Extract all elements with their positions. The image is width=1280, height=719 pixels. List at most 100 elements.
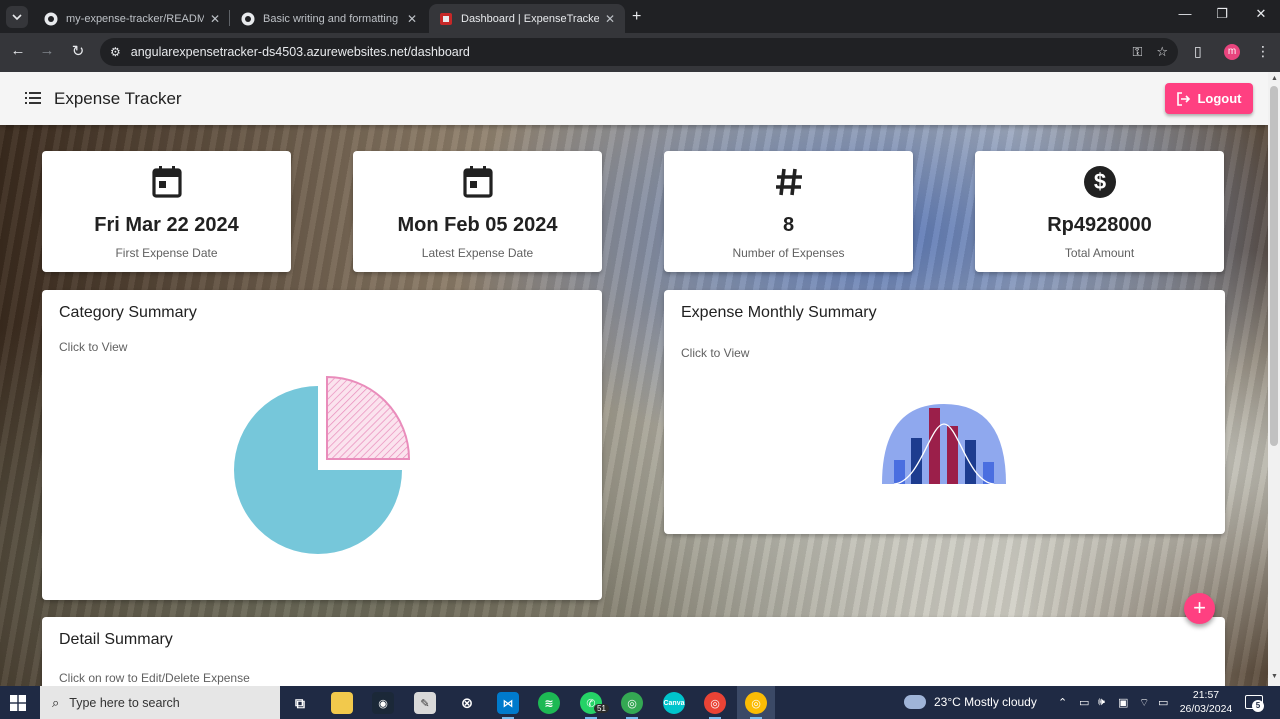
stat-card-latest-date: Mon Feb 05 2024 Latest Expense Date: [353, 151, 602, 272]
clock-date: 26/03/2024: [1179, 703, 1233, 715]
browser-tab-strip: my-expense-tracker/README.m ✕ Basic writ…: [0, 0, 1280, 33]
stat-card-total-amount: $ Rp4928000 Total Amount: [975, 151, 1224, 272]
github-icon: [241, 12, 255, 25]
dollar-icon: $: [1083, 166, 1116, 198]
card-title: Expense Monthly Summary: [681, 304, 877, 321]
category-pie-illustration: [234, 375, 411, 554]
chrome-profile-icon[interactable]: ◎: [704, 692, 726, 719]
card-title: Detail Summary: [59, 631, 173, 648]
system-clock[interactable]: 21:57 26/03/2024: [1178, 688, 1234, 716]
snipping-app-icon[interactable]: ✎: [414, 692, 436, 714]
chrome-icon[interactable]: ◎: [621, 692, 643, 719]
site-info-icon[interactable]: ⚙: [110, 45, 121, 59]
tab-title: Dashboard | ExpenseTracker: [461, 12, 599, 25]
search-icon: ⌕: [52, 694, 60, 710]
scroll-up-arrow-icon[interactable]: ▲: [1271, 75, 1278, 82]
chrome-active-icon[interactable]: ◎: [745, 692, 767, 719]
file-explorer-icon[interactable]: [331, 692, 353, 714]
tab-dashboard[interactable]: Dashboard | ExpenseTracker ✕: [429, 4, 625, 33]
side-panel-icon[interactable]: ▯: [1194, 43, 1202, 60]
minimize-button[interactable]: —: [1170, 6, 1200, 21]
page-viewport: Expense Tracker Logout Fri Mar 22 2024 F…: [0, 72, 1280, 686]
tab-search-button[interactable]: [6, 6, 28, 28]
xbox-icon[interactable]: ⊗: [456, 692, 478, 714]
battery-icon[interactable]: ▭: [1158, 696, 1168, 709]
stat-label: Total Amount: [1064, 246, 1135, 260]
stat-label: First Expense Date: [115, 246, 218, 260]
url-text: angularexpensetracker-ds4503.azurewebsit…: [130, 45, 470, 59]
volume-icon[interactable]: 🕪: [1098, 696, 1105, 709]
tab-title: my-expense-tracker/README.m: [66, 12, 204, 25]
whatsapp-unread-badge: 51: [594, 704, 609, 713]
new-tab-button[interactable]: +: [632, 8, 641, 26]
chevron-down-icon: [12, 14, 22, 21]
calendar-icon: [151, 166, 182, 198]
monthly-chart-illustration: [882, 404, 1006, 484]
cloudy-weather-icon: [904, 695, 926, 709]
key-icon[interactable]: ⚿: [1132, 44, 1142, 60]
stat-card-expense-count: 8 Number of Expenses: [664, 151, 913, 272]
close-icon[interactable]: ✕: [605, 12, 615, 26]
detail-summary-card: Detail Summary Click on row to Edit/Dele…: [42, 617, 1225, 686]
address-bar[interactable]: ⚙ angularexpensetracker-ds4503.azurewebs…: [100, 38, 1178, 66]
close-window-button[interactable]: ✕: [1246, 6, 1276, 22]
close-icon[interactable]: ✕: [407, 12, 417, 26]
stat-value: Fri Mar 22 2024: [94, 214, 239, 236]
stat-value: 8: [782, 214, 795, 236]
notification-count-badge: 5: [1252, 700, 1264, 712]
pie-highlight-slice: [326, 375, 411, 460]
stat-label: Latest Expense Date: [421, 246, 534, 260]
logout-icon: [1177, 91, 1191, 106]
page-scrollbar[interactable]: ▲ ▼: [1268, 72, 1280, 686]
tab-divider: [229, 10, 230, 26]
search-placeholder: Type here to search: [69, 695, 180, 710]
windows-start-icon[interactable]: [10, 695, 26, 711]
app-title: Expense Tracker: [54, 89, 182, 108]
add-expense-button[interactable]: +: [1184, 593, 1215, 624]
scrollbar-thumb[interactable]: [1270, 86, 1278, 446]
spotify-icon[interactable]: ≋: [538, 692, 560, 714]
forward-button[interactable]: →: [37, 42, 57, 59]
monthly-summary-card[interactable]: Expense Monthly Summary Click to View: [664, 290, 1225, 534]
more-menu-icon[interactable]: ⋮: [1256, 43, 1270, 60]
meet-now-icon[interactable]: ▭: [1079, 696, 1089, 709]
hash-icon: [775, 168, 802, 196]
tab-readme[interactable]: my-expense-tracker/README.m ✕: [34, 4, 230, 33]
card-hint: Click on row to Edit/Delete Expense: [59, 671, 250, 685]
back-button[interactable]: ←: [8, 42, 28, 59]
expensetracker-favicon-icon: [440, 12, 452, 25]
browser-toolbar: ← → ↻ ⚙ angularexpensetracker-ds4503.azu…: [0, 33, 1280, 72]
vscode-icon[interactable]: ⋈: [497, 692, 519, 719]
category-summary-card[interactable]: Category Summary Click to View: [42, 290, 602, 600]
github-icon: [44, 12, 58, 25]
tab-title: Basic writing and formatting sy: [263, 12, 401, 25]
canva-icon[interactable]: Canva: [663, 692, 685, 714]
bookmark-star-icon[interactable]: ☆: [1156, 44, 1168, 60]
stat-value: Mon Feb 05 2024: [397, 214, 558, 236]
close-icon[interactable]: ✕: [210, 12, 220, 26]
network-icon[interactable]: ⌔: [1139, 696, 1149, 710]
list-menu-icon[interactable]: [25, 91, 41, 105]
scroll-down-arrow-icon[interactable]: ▼: [1271, 673, 1278, 680]
tray-overflow-icon[interactable]: ⌃: [1058, 696, 1067, 709]
reload-button[interactable]: ↻: [68, 42, 88, 60]
tab-github-docs[interactable]: Basic writing and formatting sy ✕: [231, 4, 427, 33]
stat-value: Rp4928000: [1047, 214, 1152, 236]
steam-icon[interactable]: ◉: [372, 692, 394, 714]
logout-label: Logout: [1197, 91, 1242, 106]
weather-text: 23°C Mostly cloudy: [934, 695, 1037, 709]
profile-avatar[interactable]: m: [1224, 44, 1240, 60]
clock-time: 21:57: [1192, 689, 1220, 701]
stat-card-first-date: Fri Mar 22 2024 First Expense Date: [42, 151, 291, 272]
app-toolbar: Expense Tracker Logout: [0, 72, 1268, 125]
maximize-button[interactable]: ❐: [1207, 6, 1237, 22]
logout-button[interactable]: Logout: [1165, 83, 1253, 114]
windows-taskbar: ⌕ Type here to search ⧉ ◉ ✎ ⊗ ⋈ ≋ ✆ ◎ Ca…: [0, 686, 1280, 719]
weather-widget[interactable]: 23°C Mostly cloudy: [904, 695, 1037, 709]
task-view-icon[interactable]: ⧉: [289, 692, 311, 714]
stat-label: Number of Expenses: [732, 246, 845, 260]
svg-text:$: $: [1093, 169, 1105, 194]
taskbar-search-box[interactable]: ⌕ Type here to search: [40, 686, 280, 719]
card-title: Category Summary: [59, 304, 197, 321]
display-icon[interactable]: ▣: [1118, 696, 1128, 709]
